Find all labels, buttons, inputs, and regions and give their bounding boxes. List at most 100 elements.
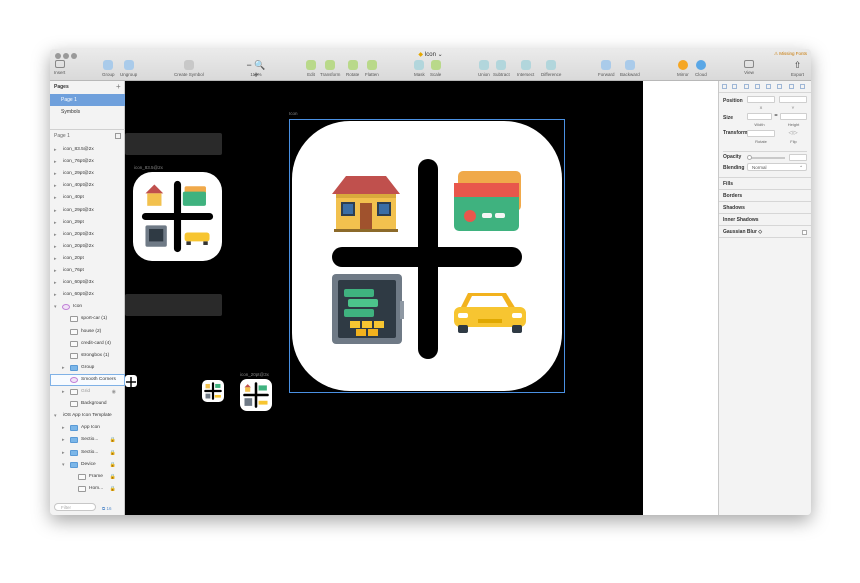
- disclosure-closed-icon[interactable]: ▸: [54, 156, 57, 168]
- align-center-icon[interactable]: [732, 84, 737, 89]
- insert-button[interactable]: Insert: [54, 60, 65, 75]
- disclosure-closed-icon[interactable]: ▸: [54, 205, 57, 217]
- disclosure-closed-icon[interactable]: ▸: [54, 217, 57, 229]
- canvas[interactable]: icon_83.5@2x icon_20pt@3x Icon: [125, 81, 643, 515]
- layer-row[interactable]: ▸ icon_40pt@2x: [50, 180, 125, 192]
- layer-row[interactable]: ▸ icon_20pt: [50, 253, 125, 265]
- mask-button[interactable]: Mask: [414, 60, 425, 77]
- disclosure-closed-icon[interactable]: ▸: [62, 362, 65, 374]
- artboard-label-main[interactable]: Icon: [289, 111, 298, 116]
- backward-button[interactable]: Backward: [620, 60, 640, 77]
- gaussian-blur-section[interactable]: Gaussian Blur ◇: [719, 225, 811, 237]
- opacity-slider[interactable]: [749, 157, 785, 159]
- height-field[interactable]: [780, 113, 807, 120]
- layer-row[interactable]: ▸ App Icon: [50, 422, 125, 434]
- disclosure-closed-icon[interactable]: ▸: [62, 422, 65, 434]
- blending-select[interactable]: Normal ⌃: [747, 163, 807, 171]
- layer-row[interactable]: Hom... 🔒: [50, 483, 125, 495]
- align-right-icon[interactable]: [744, 84, 749, 89]
- filter-count[interactable]: ⧉ 16: [102, 506, 111, 511]
- layer-row[interactable]: ▸ Sectio... 🔒: [50, 434, 125, 446]
- layer-row[interactable]: ▾ Device 🔒: [50, 459, 125, 471]
- layer-row[interactable]: sport-car (1): [50, 313, 125, 325]
- subtract-button[interactable]: Subtract: [493, 60, 510, 77]
- layer-row[interactable]: strongbox (1): [50, 350, 125, 362]
- position-y-field[interactable]: [779, 96, 807, 103]
- layer-row[interactable]: Frame 🔒: [50, 471, 125, 483]
- lock-icon[interactable]: 🔒: [110, 459, 116, 471]
- filter-input[interactable]: Filter: [54, 503, 96, 511]
- cloud-button[interactable]: Cloud: [695, 60, 707, 77]
- layer-row[interactable]: ▸ icon_29pt: [50, 217, 125, 229]
- group-button[interactable]: Group: [102, 60, 115, 77]
- disclosure-open-icon[interactable]: ▾: [54, 410, 57, 422]
- ungroup-button[interactable]: Ungroup: [120, 60, 137, 77]
- layer-row[interactable]: ▸ icon_29pt@3x: [50, 205, 125, 217]
- layer-row[interactable]: credit-card (4): [50, 338, 125, 350]
- flatten-button[interactable]: Flatten: [365, 60, 379, 77]
- layer-row[interactable]: house (2): [50, 326, 125, 338]
- artboard-label[interactable]: icon_83.5@2x: [134, 165, 163, 170]
- disclosure-closed-icon[interactable]: ▸: [54, 168, 57, 180]
- visibility-icon[interactable]: ◉: [112, 386, 116, 398]
- page-item[interactable]: Symbols: [50, 106, 125, 118]
- disclosure-closed-icon[interactable]: ▸: [54, 277, 57, 289]
- layer-row[interactable]: Background: [50, 398, 125, 410]
- layer-row[interactable]: ▸ icon_60pt@2x: [50, 289, 125, 301]
- layer-row[interactable]: ▸ Group: [50, 362, 125, 374]
- align-left-icon[interactable]: [722, 84, 727, 89]
- intersect-button[interactable]: Intersect: [517, 60, 534, 77]
- align-middle-icon[interactable]: [766, 84, 771, 89]
- collapse-icon[interactable]: [115, 133, 121, 139]
- lock-icon[interactable]: 🔒: [110, 447, 116, 459]
- opacity-slider-knob[interactable]: [747, 155, 752, 160]
- canvas-blank-area[interactable]: [643, 81, 719, 515]
- difference-button[interactable]: Difference: [541, 60, 561, 77]
- borders-section[interactable]: Borders: [719, 189, 811, 201]
- disclosure-closed-icon[interactable]: ▸: [62, 386, 65, 398]
- disclosure-open-icon[interactable]: ▾: [62, 459, 65, 471]
- disclosure-closed-icon[interactable]: ▸: [54, 241, 57, 253]
- add-page-button[interactable]: +: [116, 82, 121, 91]
- position-x-field[interactable]: [747, 96, 775, 103]
- fills-section[interactable]: Fills: [719, 177, 811, 189]
- disclosure-closed-icon[interactable]: ▸: [54, 180, 57, 192]
- gaussian-blur-checkbox[interactable]: [802, 230, 807, 235]
- disclosure-closed-icon[interactable]: ▸: [54, 253, 57, 265]
- lock-icon[interactable]: 🔒: [110, 434, 116, 446]
- forward-button[interactable]: Forward: [598, 60, 615, 77]
- layer-row[interactable]: ▸ icon_40pt: [50, 192, 125, 204]
- disclosure-closed-icon[interactable]: ▸: [54, 144, 57, 156]
- layer-row[interactable]: ▸ icon_20pt@2x: [50, 241, 125, 253]
- union-button[interactable]: Union: [478, 60, 490, 77]
- layer-row[interactable]: ▾ Icon: [50, 301, 125, 313]
- layer-row[interactable]: ▸ icon_20pt@3x: [50, 229, 125, 241]
- layer-row[interactable]: ▾ iOS App Icon Template: [50, 410, 125, 422]
- edit-button[interactable]: Edit: [306, 60, 316, 77]
- lock-icon[interactable]: 🔒: [110, 471, 116, 483]
- disclosure-closed-icon[interactable]: ▸: [54, 192, 57, 204]
- disclosure-closed-icon[interactable]: ▸: [62, 434, 65, 446]
- layer-row[interactable]: ▸ icon_83.5@2x: [50, 144, 125, 156]
- width-field[interactable]: [747, 113, 772, 120]
- scale-button[interactable]: Scale: [430, 60, 441, 77]
- inner-shadows-section[interactable]: Inner Shadows: [719, 213, 811, 225]
- page-item[interactable]: Page 1: [50, 94, 125, 106]
- shadows-section[interactable]: Shadows: [719, 201, 811, 213]
- icon-artboard-tiny[interactable]: [125, 375, 137, 388]
- flip-icons[interactable]: ◁ ▷: [783, 130, 803, 136]
- layer-row[interactable]: ▸ icon_76pt@2x: [50, 156, 125, 168]
- icon-artboard-selected[interactable]: [289, 119, 565, 393]
- align-top-icon[interactable]: [755, 84, 760, 89]
- lock-icon[interactable]: 🔒: [110, 483, 116, 495]
- create-symbol-button[interactable]: Create Symbol: [174, 60, 204, 77]
- layer-row[interactable]: ▸ Sectio... 🔒: [50, 447, 125, 459]
- distribute-horizontal-icon[interactable]: [789, 84, 794, 89]
- icon-artboard-small[interactable]: [202, 380, 224, 402]
- disclosure-closed-icon[interactable]: ▸: [54, 229, 57, 241]
- rotate-button[interactable]: Rotate: [346, 60, 359, 77]
- artboard-label[interactable]: icon_20pt@3x: [240, 372, 269, 377]
- view-button[interactable]: View: [744, 60, 754, 75]
- missing-fonts-warning[interactable]: ⚠ Missing Fonts: [774, 51, 807, 57]
- layer-row[interactable]: ▸ icon_60pt@3x: [50, 277, 125, 289]
